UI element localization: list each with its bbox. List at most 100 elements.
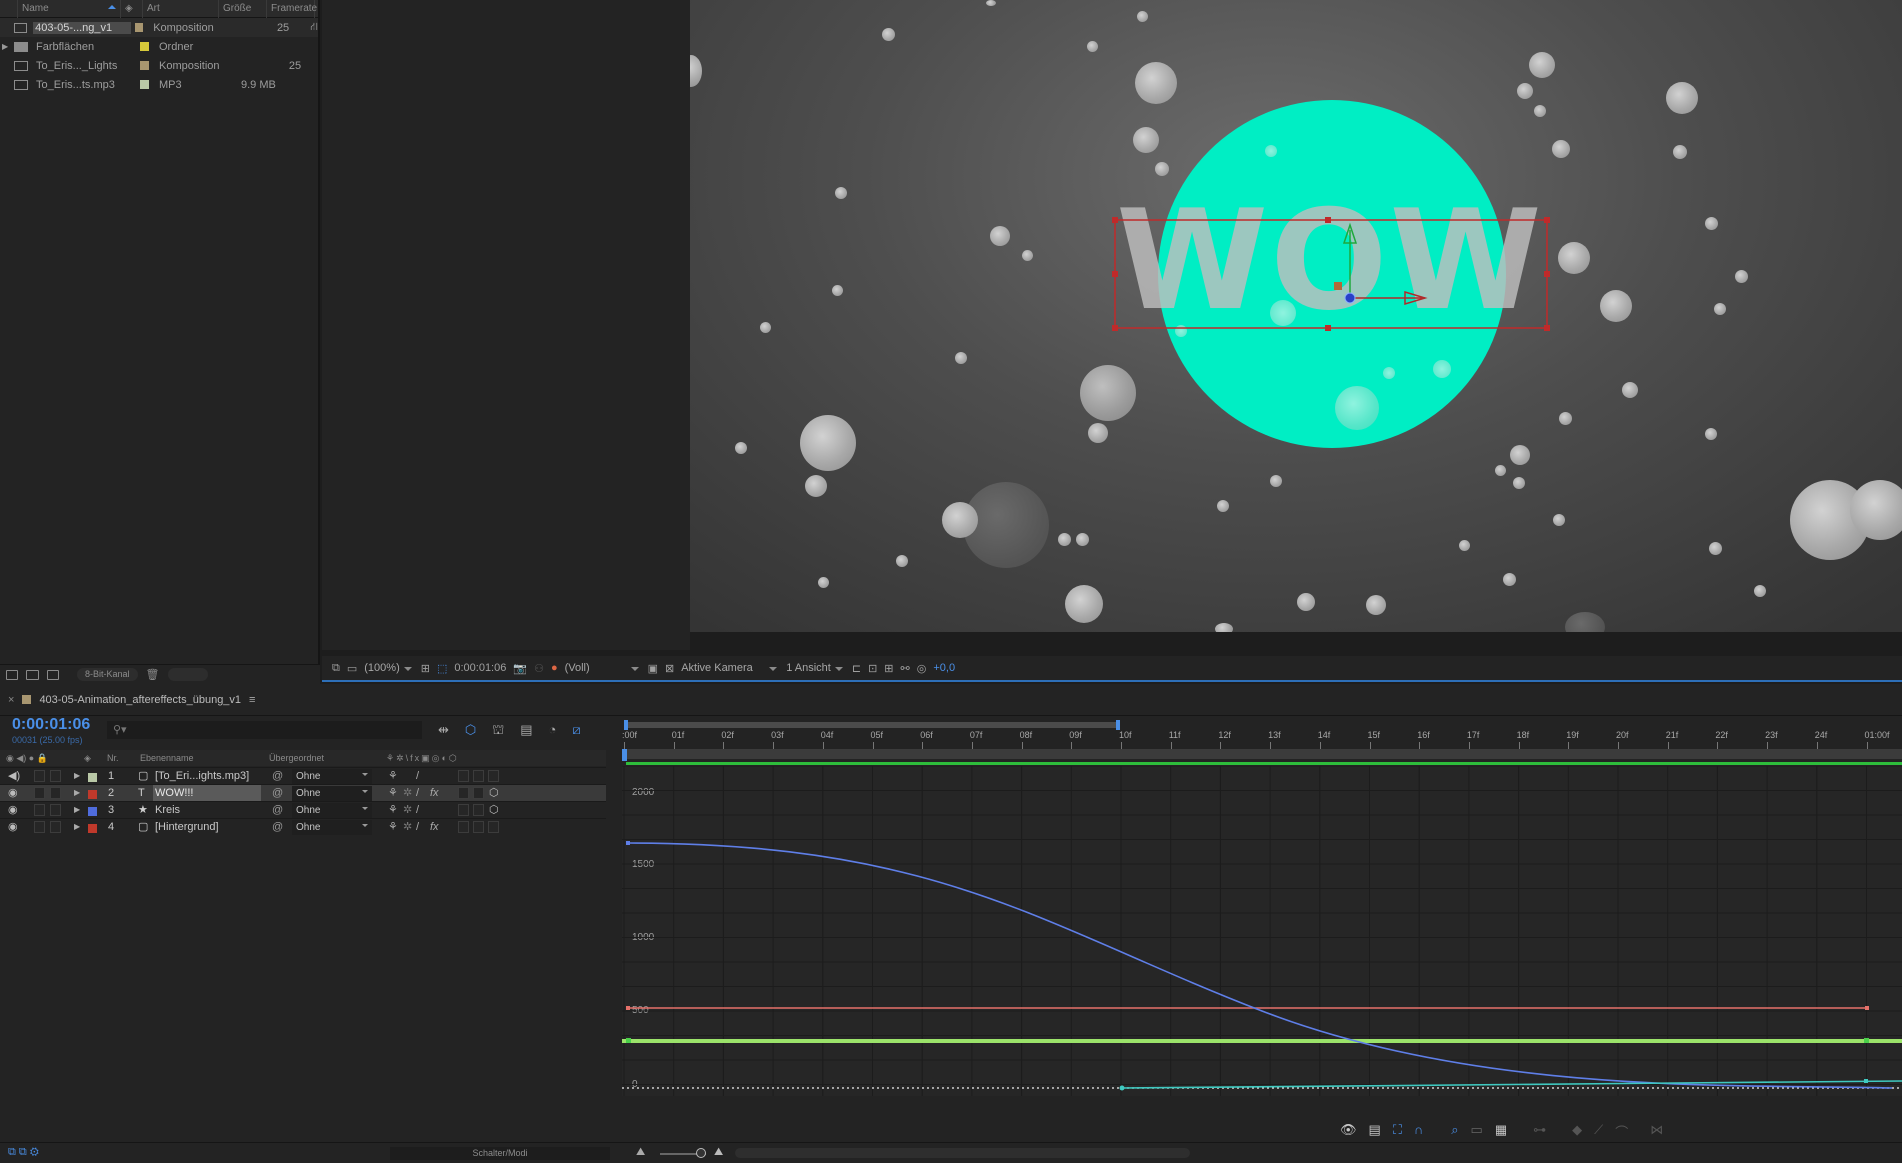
shy-switch-icon[interactable]: ⚘: [388, 802, 398, 818]
pixel-aspect-icon[interactable]: ⊡: [868, 662, 877, 675]
collapse-switch-icon[interactable]: ✲: [403, 802, 412, 818]
close-tab-icon[interactable]: ×: [8, 694, 14, 706]
always-preview-icon[interactable]: ⧉: [332, 662, 340, 675]
3d-layer-icon[interactable]: ⬡: [489, 802, 499, 818]
mask-visibility-icon[interactable]: ⊠: [665, 662, 674, 675]
label-swatch[interactable]: [134, 23, 144, 32]
fit-selection-icon[interactable]: ⌕: [1451, 1122, 1458, 1141]
column-nr[interactable]: Nr.: [107, 750, 119, 766]
time-zoom-knob[interactable]: [696, 1148, 706, 1158]
collapse-switch-icon[interactable]: ✲: [403, 785, 412, 801]
view-layout-dropdown[interactable]: 1 Ansicht: [786, 662, 845, 674]
column-parent[interactable]: Übergeordnet: [269, 750, 324, 766]
lock-toggle[interactable]: [50, 804, 61, 816]
expand-arrow-icon[interactable]: ▶: [74, 785, 80, 801]
work-area-bar[interactable]: [626, 722, 1118, 728]
lock-toggle[interactable]: [50, 787, 61, 799]
label-swatch[interactable]: [140, 61, 149, 70]
project-item[interactable]: 403-05-...ng_v1 Komposition 25 ⛙: [0, 18, 318, 37]
time-ruler[interactable]: :00f 01f 02f 03f 04f 05f 06f 07f 08f 09f 10f 11f 12f…: [622, 718, 1902, 749]
separate-dimensions-icon[interactable]: ⊶: [1533, 1122, 1546, 1141]
bit-depth-button[interactable]: 8-Bit-Kanal: [77, 668, 138, 681]
3d-layer-icon[interactable]: ⬡: [489, 785, 499, 801]
column-name[interactable]: Name: [18, 0, 121, 18]
parent-dropdown[interactable]: Ohne: [292, 769, 372, 784]
region-icon[interactable]: ⬚: [437, 662, 447, 675]
column-layer-name[interactable]: Ebenenname: [140, 750, 194, 766]
project-search-pill[interactable]: [167, 668, 208, 681]
toggle-switches-modes[interactable]: Schalter/Modi: [390, 1147, 610, 1160]
motion-blur-switch[interactable]: [458, 770, 469, 782]
collapse-switch-icon[interactable]: ✲: [403, 819, 412, 835]
zoom-dropdown[interactable]: (100%): [364, 662, 413, 674]
transform-box-icon[interactable]: ⛶: [1393, 1122, 1402, 1141]
parent-dropdown[interactable]: Ohne: [292, 786, 372, 801]
parent-dropdown[interactable]: Ohne: [292, 803, 372, 818]
work-area-end-handle[interactable]: [1116, 720, 1120, 730]
new-folder-icon[interactable]: [26, 669, 39, 680]
flowchart-icon[interactable]: ⛙: [310, 21, 318, 35]
shy-switch-icon[interactable]: ⚘: [388, 768, 398, 784]
motion-blur-switch[interactable]: [458, 804, 469, 816]
transform-gizmo[interactable]: [690, 0, 1902, 632]
work-area-start-handle[interactable]: [624, 720, 628, 730]
layer-switches-icon[interactable]: ⧉ ⧉ ⚙: [8, 1146, 39, 1159]
layer-name[interactable]: [To_Eri...ights.mp3]: [153, 768, 261, 784]
fit-icon[interactable]: ⊞: [421, 662, 430, 675]
current-time[interactable]: 0:00:01:06: [12, 716, 90, 734]
expand-arrow-icon[interactable]: ▶: [74, 768, 80, 784]
pick-whip-icon[interactable]: @: [272, 802, 283, 818]
lock-toggle[interactable]: [50, 770, 61, 782]
hold-keyframe-icon[interactable]: ◆: [1572, 1122, 1582, 1141]
fit-all-icon[interactable]: ▭: [1471, 1122, 1483, 1141]
fast-preview-icon[interactable]: ⊞: [884, 662, 893, 675]
pick-whip-icon[interactable]: @: [272, 785, 283, 801]
quality-switch-icon[interactable]: /: [416, 819, 419, 835]
effects-switch-icon[interactable]: fx: [430, 785, 439, 801]
project-item[interactable]: To_Eris...ts.mp3 MP3 9.9 MB: [0, 75, 318, 94]
visibility-eye-icon[interactable]: ◉: [8, 802, 18, 818]
shy-switch-icon[interactable]: ⚘: [388, 785, 398, 801]
motion-blur-switch[interactable]: [458, 787, 469, 799]
easy-ease-icon[interactable]: ⋈: [1650, 1122, 1663, 1141]
interpret-footage-icon[interactable]: [6, 669, 18, 680]
zoom-in-icon[interactable]: ⛰: [714, 1146, 723, 1159]
snap-icon[interactable]: ∩: [1414, 1122, 1423, 1141]
pick-whip-icon[interactable]: @: [272, 819, 283, 835]
panel-menu-icon[interactable]: ≡: [249, 694, 255, 706]
show-snapshot-icon[interactable]: ⚇: [534, 662, 544, 675]
label-color-swatch[interactable]: [88, 822, 97, 838]
graph-editor-icon[interactable]: ⧄: [572, 722, 580, 740]
motion-blur-switch[interactable]: [458, 821, 469, 833]
solo-toggle[interactable]: [34, 804, 45, 816]
view-options-icon[interactable]: ⊏: [852, 662, 861, 675]
column-framerate[interactable]: Framerate: [267, 0, 317, 18]
3d-layer-switch[interactable]: [488, 821, 499, 833]
solo-toggle[interactable]: [34, 770, 45, 782]
visibility-eye-icon[interactable]: 👁: [1340, 1122, 1357, 1141]
toggle-transparency-icon[interactable]: ▣: [648, 662, 658, 675]
current-time-display[interactable]: 0:00:01:06: [454, 662, 506, 674]
shy-layers-icon[interactable]: ⛫: [492, 722, 504, 740]
effects-switch-icon[interactable]: fx: [430, 819, 439, 835]
zoom-out-icon[interactable]: ⛰: [636, 1146, 645, 1159]
project-item[interactable]: ▶ Farbflächen Ordner: [0, 37, 318, 56]
visibility-eye-icon[interactable]: ◉: [8, 819, 18, 835]
column-type[interactable]: Art: [143, 0, 219, 18]
resolution-dropdown[interactable]: (Voll): [565, 662, 641, 674]
column-size[interactable]: Größe: [219, 0, 267, 18]
exposure-value[interactable]: +0,0: [933, 662, 955, 674]
label-swatch[interactable]: [140, 80, 149, 89]
layer-name[interactable]: [Hintergrund]: [153, 819, 261, 835]
camera-dropdown[interactable]: Aktive Kamera: [681, 662, 779, 674]
trash-icon[interactable]: 🗑: [146, 668, 160, 681]
layer-name[interactable]: WOW!!!: [153, 785, 261, 801]
graph-curves[interactable]: [622, 766, 1902, 1096]
layer-row[interactable]: ◉ ▶ 3 ★ Kreis @ Ohne ⚘ ✲ / ⬡: [0, 801, 606, 818]
quality-switch-icon[interactable]: /: [416, 768, 419, 784]
edit-selected-keys-icon[interactable]: ▦: [1495, 1122, 1507, 1141]
monitor-icon[interactable]: ▭: [347, 662, 357, 675]
layer-row[interactable]: ◉ ▶ 2 T WOW!!! @ Ohne ⚘ ✲ / fx ⬡: [0, 784, 606, 801]
composition-viewer[interactable]: WOW!: [690, 0, 1902, 632]
expand-arrow-icon[interactable]: ▶: [0, 42, 10, 51]
